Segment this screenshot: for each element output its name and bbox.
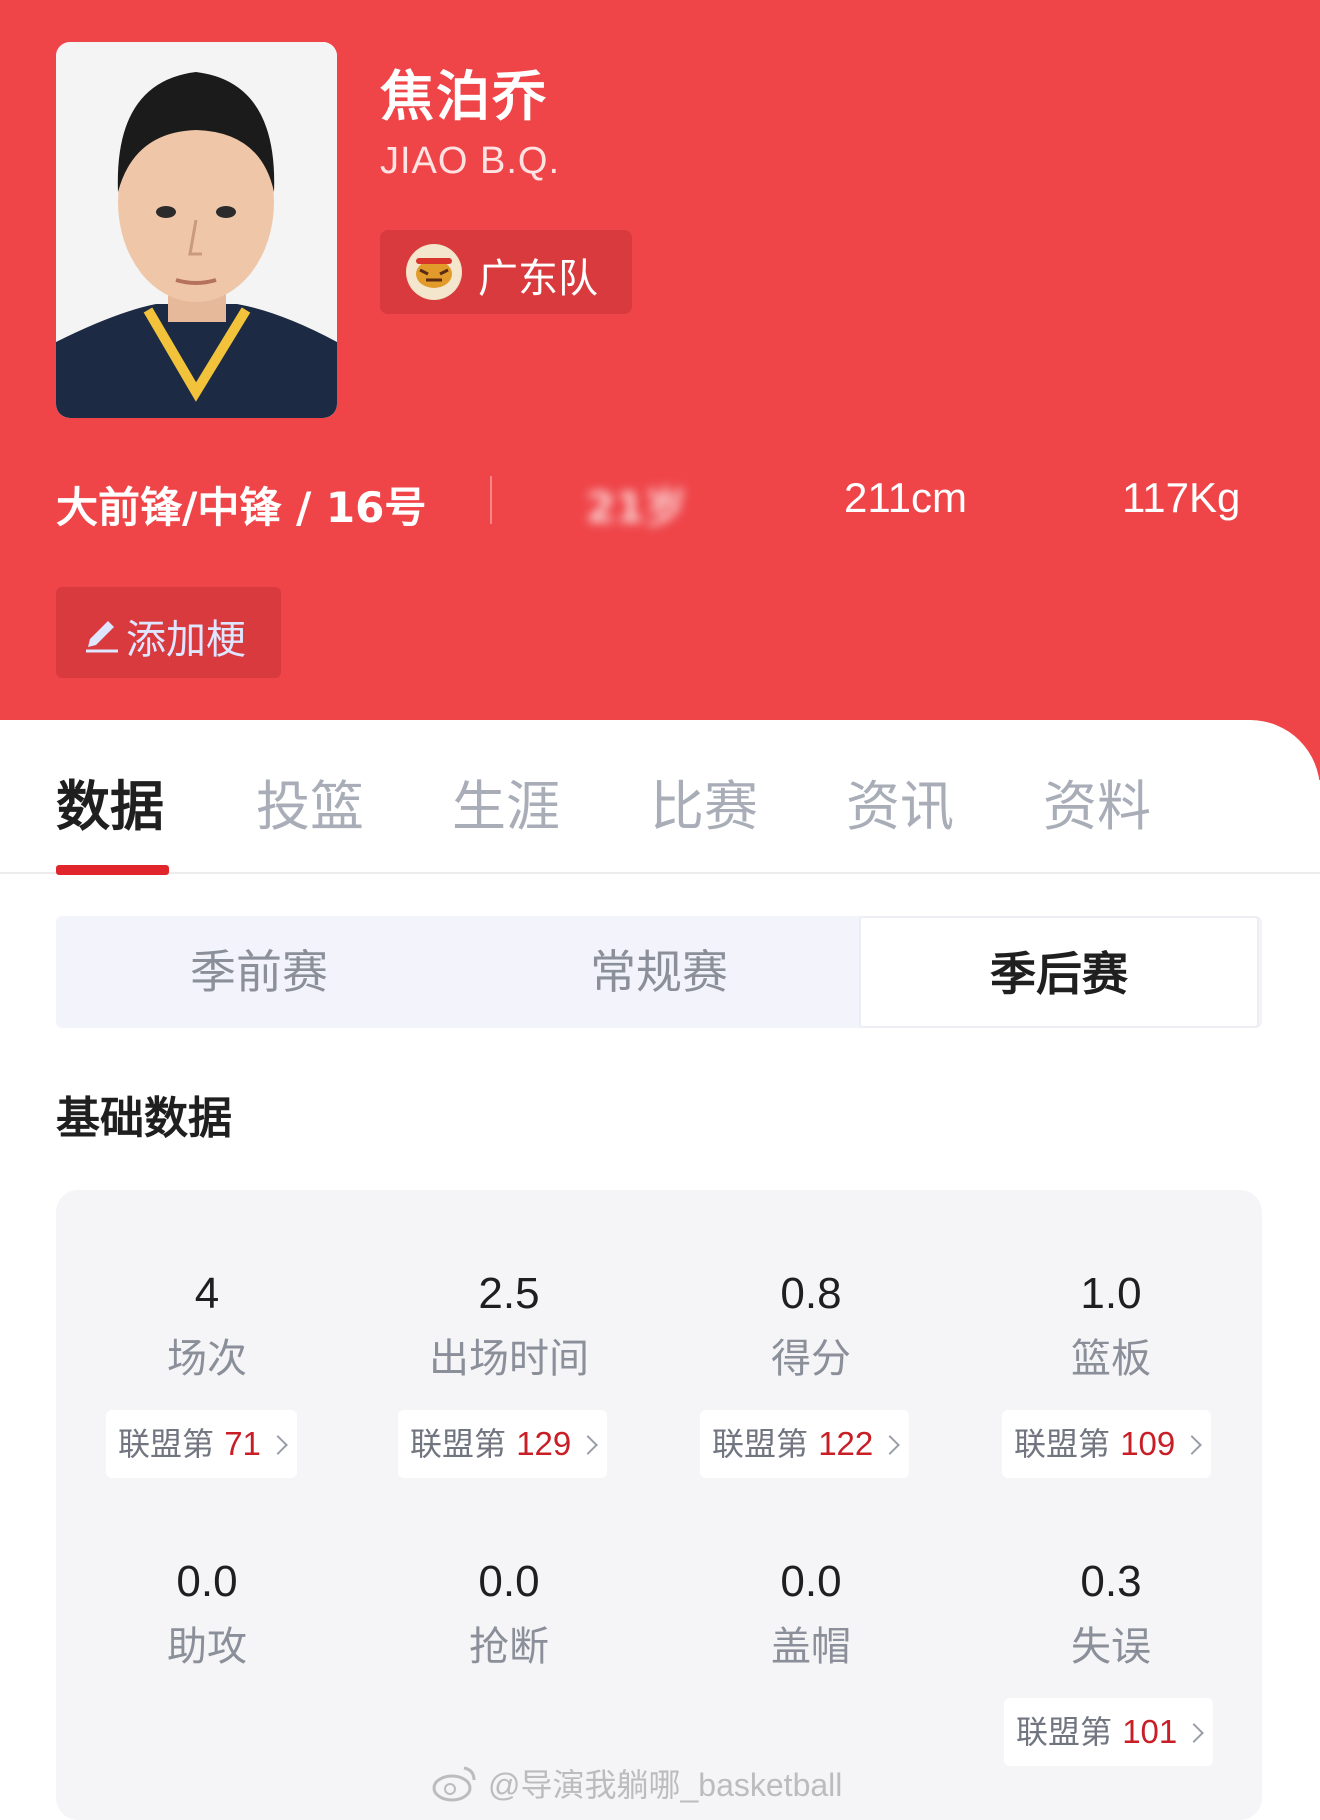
rank-button-rebounds[interactable]: 联盟第 109 <box>1002 1410 1212 1478</box>
weibo-icon <box>432 1766 476 1802</box>
rank-number: 71 <box>224 1425 261 1462</box>
position-number: 大前锋/中锋 / 16号 <box>56 483 427 532</box>
rank-button-points[interactable]: 联盟第 122 <box>700 1410 910 1478</box>
section-title: 基础数据 <box>56 1093 232 1144</box>
player-info-row: 大前锋/中锋 / 16号 21岁 211cm 117Kg <box>56 470 1266 532</box>
segment-playoffs[interactable]: 季后赛 <box>859 916 1259 1028</box>
stat-value: 0.3 <box>1080 1557 1142 1606</box>
rank-prefix: 联盟第 <box>712 1425 809 1463</box>
rank-button-turnovers[interactable]: 联盟第 101 <box>1004 1698 1214 1766</box>
rank-prefix: 联盟第 <box>1014 1425 1111 1463</box>
tab-bar: 数据 投篮 生涯 比赛 资讯 资料 <box>0 720 1320 875</box>
chevron-right-icon <box>1184 1723 1205 1743</box>
stat-value: 0.0 <box>478 1557 540 1606</box>
stat-value: 0.8 <box>780 1269 842 1318</box>
add-tag-label: 添加梗 <box>126 617 246 663</box>
stat-blocks: 0.0 盖帽 <box>660 1554 962 1672</box>
rank-prefix: 联盟第 <box>1016 1713 1113 1751</box>
player-height: 211cm <box>844 474 967 521</box>
stats-card: 4 场次 2.5 出场时间 0.8 得分 1.0 篮板 联盟第 71 联盟第 1… <box>56 1190 1262 1820</box>
stat-turnovers: 0.3 失误 <box>960 1554 1262 1672</box>
player-weight: 117Kg <box>1122 474 1241 521</box>
stat-value: 0.0 <box>780 1557 842 1606</box>
stat-value: 2.5 <box>478 1269 540 1318</box>
tab-profile[interactable]: 资料 <box>1043 762 1151 841</box>
rank-button-games[interactable]: 联盟第 71 <box>106 1410 297 1478</box>
stat-steals: 0.0 抢断 <box>358 1554 660 1672</box>
season-type-selector: 季前赛 常规赛 季后赛 <box>56 916 1262 1028</box>
stat-label: 抢断 <box>469 1624 549 1670</box>
rank-prefix: 联盟第 <box>118 1425 215 1463</box>
tab-games[interactable]: 比赛 <box>650 762 758 841</box>
rank-number: 122 <box>818 1425 874 1462</box>
chevron-right-icon <box>1182 1435 1203 1455</box>
watermark: @导演我躺哪_basketball <box>488 1767 843 1803</box>
tab-shooting[interactable]: 投篮 <box>256 762 364 841</box>
stat-rebounds: 1.0 篮板 <box>960 1266 1262 1384</box>
player-header: 焦泊乔 JIAO B.Q. 广东队 大前锋/中锋 / 16号 21岁 211cm… <box>0 0 1320 780</box>
rank-prefix: 联盟第 <box>410 1425 507 1463</box>
stat-label: 失误 <box>1071 1624 1151 1670</box>
player-name-cn: 焦泊乔 <box>380 65 548 128</box>
chevron-right-icon <box>880 1435 901 1455</box>
segment-regular-season[interactable]: 常规赛 <box>459 916 859 1028</box>
stat-label: 场次 <box>167 1336 247 1382</box>
stat-minutes: 2.5 出场时间 <box>358 1266 660 1384</box>
add-tag-button[interactable]: 添加梗 <box>56 587 281 678</box>
tab-indicator <box>56 865 169 875</box>
rank-number: 109 <box>1120 1425 1176 1462</box>
rank-button-minutes[interactable]: 联盟第 129 <box>398 1410 608 1478</box>
player-name-en: JIAO B.Q. <box>380 140 561 182</box>
stat-games: 4 场次 <box>56 1266 358 1384</box>
tab-career[interactable]: 生涯 <box>452 762 560 841</box>
stat-value: 1.0 <box>1080 1269 1142 1318</box>
team-badge[interactable]: 广东队 <box>380 230 632 314</box>
stat-label: 得分 <box>771 1336 851 1382</box>
stat-label: 出场时间 <box>429 1336 589 1382</box>
stat-points: 0.8 得分 <box>660 1266 962 1384</box>
stat-value: 4 <box>194 1269 220 1318</box>
tab-data[interactable]: 数据 <box>56 762 164 841</box>
rank-number: 101 <box>1122 1713 1178 1750</box>
team-logo <box>406 244 462 300</box>
chevron-right-icon <box>268 1435 288 1455</box>
stat-value: 0.0 <box>176 1557 238 1606</box>
pen-icon <box>86 621 118 653</box>
rank-number: 129 <box>516 1425 572 1462</box>
team-name: 广东队 <box>478 256 598 302</box>
stat-label: 助攻 <box>167 1624 247 1670</box>
age-blurred: 21岁 <box>586 483 687 532</box>
stat-label: 盖帽 <box>771 1624 851 1670</box>
stat-assists: 0.0 助攻 <box>56 1554 358 1672</box>
player-photo <box>56 42 337 418</box>
tab-news[interactable]: 资讯 <box>846 762 954 841</box>
stat-label: 篮板 <box>1071 1336 1151 1382</box>
segment-preseason[interactable]: 季前赛 <box>59 916 459 1028</box>
chevron-right-icon <box>578 1435 599 1455</box>
info-divider <box>490 476 492 524</box>
